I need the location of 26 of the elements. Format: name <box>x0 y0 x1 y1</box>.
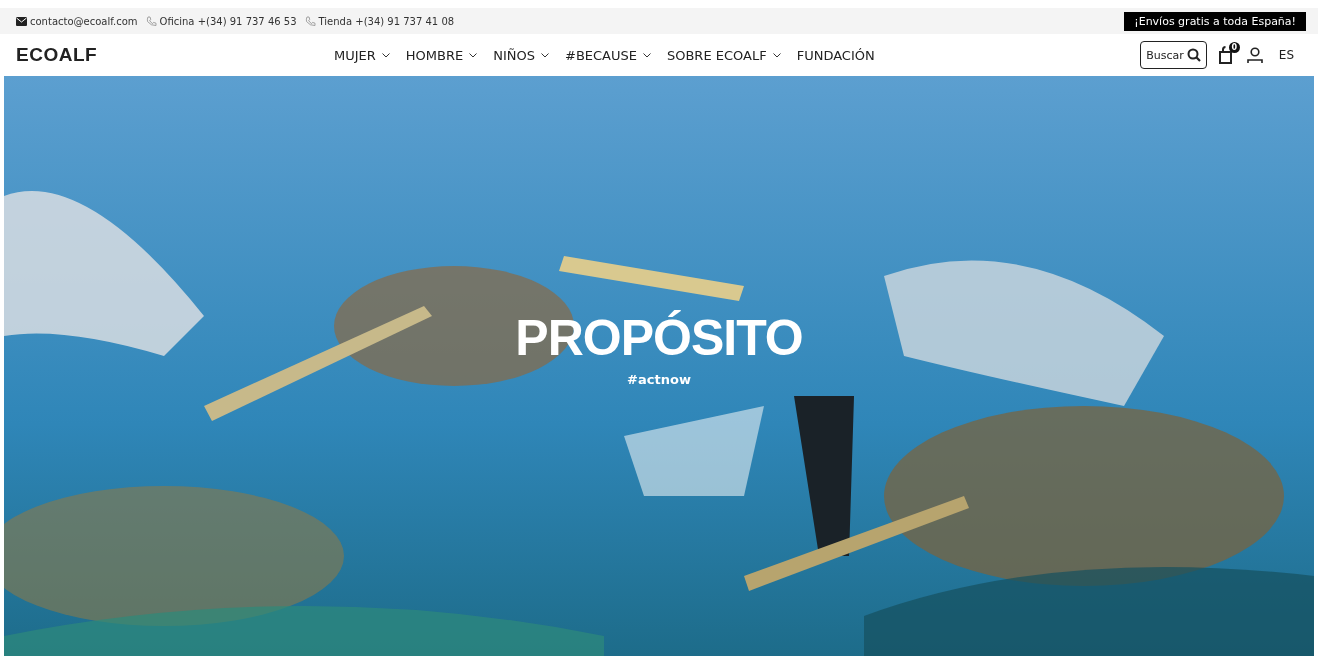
phone-icon <box>304 15 316 27</box>
free-shipping-banner: ¡Envíos gratis a toda España! <box>1124 11 1306 31</box>
phone-number[interactable]: Tienda +(34) 91 737 41 08 <box>318 15 455 27</box>
chevron-down-icon <box>772 52 781 58</box>
search-button[interactable]: Buscar <box>1140 41 1207 69</box>
chevron-down-icon <box>469 52 478 58</box>
nav-link[interactable]: MUJER <box>334 47 390 63</box>
user-icon[interactable] <box>1246 46 1263 64</box>
chevron-down-icon <box>381 52 390 58</box>
hero-subtitle: #actnow <box>627 372 691 387</box>
chevron-down-icon <box>541 52 549 58</box>
nav-link[interactable]: FUNDACIÓN <box>796 47 875 63</box>
envelope-icon <box>16 16 27 26</box>
cart-count-badge: 0 <box>1228 42 1240 53</box>
chevron-down-icon <box>642 52 651 58</box>
hero-title: PROPÓSITO <box>515 309 803 368</box>
contact-email[interactable]: contacto@ecoalf.com <box>30 15 138 27</box>
nav-link[interactable]: NIÑOS <box>493 47 549 63</box>
search-icon <box>1186 48 1201 62</box>
language-selector[interactable]: ES <box>1278 48 1294 62</box>
phone-icon <box>145 15 157 27</box>
phone-number[interactable]: Oficina +(34) 91 737 46 53 <box>159 15 297 27</box>
logo[interactable]: ECOALF <box>16 44 316 66</box>
nav-link[interactable]: #BECAUSE <box>565 47 651 63</box>
nav-link[interactable]: HOMBRE <box>405 47 478 63</box>
nav-link[interactable]: SOBRE ECOALF <box>666 47 781 63</box>
